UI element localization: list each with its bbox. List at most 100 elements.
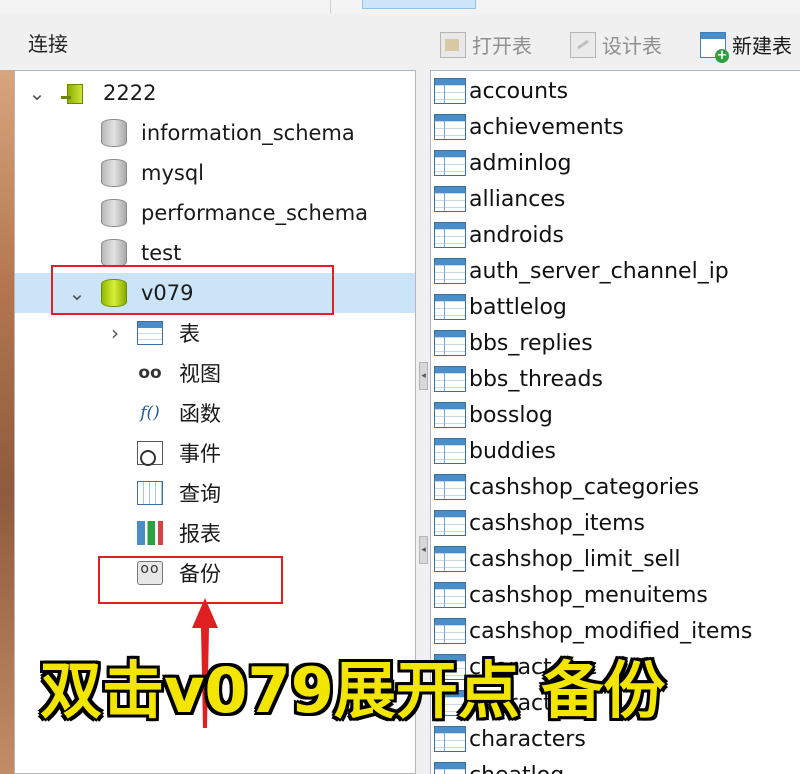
table-icon [434,78,466,104]
tree-item-label: 事件 [179,442,221,466]
table-name: achievements [469,114,624,140]
tree-item-label: 函数 [179,402,221,426]
table-icon [434,114,466,140]
table-icon [434,330,466,356]
tree-item-label: 报表 [179,522,221,546]
table-icon [137,321,163,345]
table-icon [434,762,466,774]
active-tab-edge[interactable] [362,0,476,9]
chevron-down-icon[interactable]: ⌄ [27,81,47,105]
highlight-box-database [51,265,334,315]
database-icon [101,199,127,227]
database-icon [101,239,127,267]
table-icon [434,438,466,464]
table-list-item[interactable]: buddies [431,433,800,469]
tree-item-functions[interactable]: f() 函数 [15,393,415,433]
tree-item-events[interactable]: 事件 [15,433,415,473]
tree-item-views[interactable]: oo 视图 [15,353,415,393]
database-label: test [141,241,182,265]
table-name: alliances [469,186,566,212]
database-label: performance_schema [141,201,369,225]
event-icon [137,441,163,466]
table-name: auth_server_channel_ip [469,258,729,284]
table-list-item[interactable]: bbs_replies [431,325,800,361]
table-icon [434,258,466,284]
highlight-box-backup [98,556,283,604]
new-table-button[interactable]: 新建表 [700,30,792,63]
function-icon: f() [140,403,160,423]
database-icon [101,119,127,147]
open-table-icon [440,31,466,58]
database-label: information_schema [141,121,355,145]
table-name: cheatlog [469,763,564,774]
table-list-item[interactable]: cashshop_categories [431,469,800,505]
chevron-right-icon[interactable]: › [105,321,125,345]
design-table-button[interactable]: 设计表 [570,30,662,59]
table-name: bbs_threads [469,366,603,392]
table-list-item[interactable]: alliances [431,181,800,217]
tree-item-connection[interactable]: ⌄ 2222 [15,73,415,113]
table-name: characters [469,726,586,752]
table-icon [434,222,466,248]
table-name: cashshop_categories [469,474,700,500]
table-list-item[interactable]: accounts [431,73,800,109]
table-icon [434,582,466,608]
table-icon [434,150,466,176]
open-table-button[interactable]: 打开表 [440,30,532,59]
table-name: bbs_replies [469,330,593,356]
new-table-icon [700,31,729,63]
view-icon: oo [138,363,162,383]
tree-item-queries[interactable]: 查询 [15,473,415,513]
table-icon [434,546,466,572]
tree-item-reports[interactable]: 报表 [15,513,415,553]
table-name: bosslog [469,402,553,428]
tree-item-database[interactable]: performance_schema [15,193,415,233]
tree-item-label: 查询 [179,482,221,506]
table-name: battlelog [469,294,567,320]
top-divider [330,0,331,14]
table-list-item[interactable]: bbs_threads [431,361,800,397]
connection-label: 2222 [103,81,157,105]
table-list-item[interactable]: achievements [431,109,800,145]
collapse-left-handle[interactable]: ◂ [419,362,428,390]
table-name: buddies [469,438,556,464]
top-strip [0,0,800,14]
table-list-item[interactable]: cashshop_menuitems [431,577,800,613]
table-icon [434,402,466,428]
database-label: mysql [141,161,204,185]
table-list-item[interactable]: cashshop_items [431,505,800,541]
table-list-item[interactable]: cheatlog [431,757,800,774]
table-name: androids [469,222,564,248]
table-list-item[interactable]: adminlog [431,145,800,181]
table-list-item[interactable]: auth_server_channel_ip [431,253,800,289]
table-list-item[interactable]: bosslog [431,397,800,433]
table-icon [434,294,466,320]
query-icon [137,481,163,505]
connections-panel-title: 连接 [28,32,68,56]
table-icon [434,366,466,392]
tree-item-tables[interactable]: › 表 [15,313,415,353]
table-name: cashshop_items [469,510,645,536]
tree-item-database[interactable]: mysql [15,153,415,193]
background-edge [0,70,14,774]
open-table-label: 打开表 [472,34,532,58]
annotation-caption: 双击v079展开点 备份 [40,654,666,727]
design-table-icon [570,31,596,58]
table-list-item[interactable]: battlelog [431,289,800,325]
table-list-item[interactable]: cashshop_limit_sell [431,541,800,577]
design-table-label: 设计表 [602,34,662,58]
table-name: accounts [469,78,569,104]
table-icon [434,510,466,536]
tree-item-label: 视图 [179,362,221,386]
table-icon [434,186,466,212]
collapse-handle[interactable]: ◂ [419,536,428,564]
tree-item-database[interactable]: information_schema [15,113,415,153]
table-name: cashshop_menuitems [469,582,708,608]
new-table-label: 新建表 [732,34,792,58]
table-name: cashshop_limit_sell [469,546,681,572]
table-list-item[interactable]: androids [431,217,800,253]
tree-item-label: 表 [179,322,200,346]
database-icon [101,159,127,187]
report-icon [137,521,163,545]
table-name: adminlog [469,150,572,176]
